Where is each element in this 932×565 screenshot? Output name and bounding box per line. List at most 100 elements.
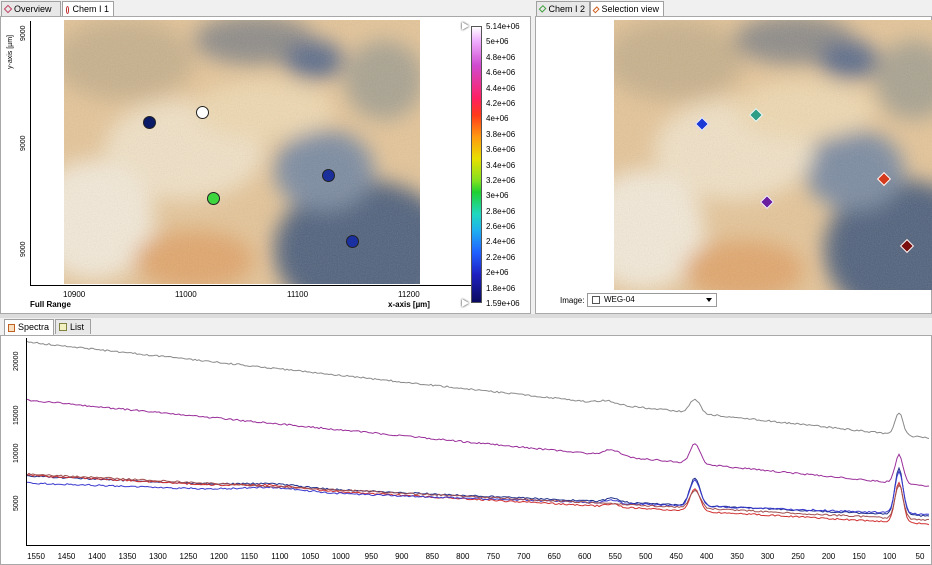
spectra-y-tick: 5000 xyxy=(13,495,20,511)
x-tick: 11100 xyxy=(287,290,309,299)
spectra-x-tick: 100 xyxy=(882,552,897,561)
y-tick: 9000 xyxy=(20,135,27,151)
spectra-x-tick: 250 xyxy=(791,552,805,561)
marker-point[interactable] xyxy=(143,116,156,129)
colorbar-label: 2.4e+06 xyxy=(486,237,516,247)
colorbar-label: 3.4e+06 xyxy=(486,160,516,170)
tab-selection-view[interactable]: Selection view xyxy=(590,1,664,17)
spectrum-line[interactable] xyxy=(27,341,929,439)
x-tick: 11000 xyxy=(175,290,197,299)
spectrum-line[interactable] xyxy=(27,469,929,516)
spectrum-line[interactable] xyxy=(27,472,929,522)
spectra-y-tick: 15000 xyxy=(13,405,20,425)
spectra-x-tick: 550 xyxy=(608,552,622,561)
tab-chem-i-1[interactable]: Chem I 1 xyxy=(62,1,114,17)
spectra-x-tick: 1200 xyxy=(209,552,228,561)
colorbar-label: 4.2e+06 xyxy=(486,98,516,108)
spectra-x-tick: 50 xyxy=(915,552,925,561)
spectra-y-tick: 20000 xyxy=(13,351,20,371)
spectra-x-tick: 1350 xyxy=(118,552,137,561)
chem-map-icon xyxy=(538,4,547,14)
tab-chem-i-2[interactable]: Chem I 2 xyxy=(536,1,590,16)
colorbar[interactable] xyxy=(471,26,482,303)
image-select[interactable]: WEG-04 xyxy=(587,293,717,307)
marker-point[interactable] xyxy=(346,235,359,248)
spectra-icon xyxy=(8,323,15,332)
colorbar-label: 5.14e+06 xyxy=(486,22,520,31)
colorbar-handle-top[interactable] xyxy=(462,22,469,30)
colorbar-label: 3e+06 xyxy=(486,191,509,201)
colorbar-label: 3.2e+06 xyxy=(486,175,516,185)
spectra-x-tick: 400 xyxy=(699,552,714,561)
spectra-x-tick: 650 xyxy=(547,552,561,561)
spectra-plot[interactable] xyxy=(27,338,929,544)
y-tick: 9000 xyxy=(20,241,27,257)
colorbar-label: 3.6e+06 xyxy=(486,145,516,155)
image-selector-label: Image: xyxy=(560,296,585,305)
colorbar-label: 2e+06 xyxy=(486,268,509,278)
spectra-x-tick: 1100 xyxy=(271,552,289,561)
colorbar-label: 4.6e+06 xyxy=(486,68,516,78)
spectra-x-tick: 850 xyxy=(425,552,439,561)
colorbar-label: 2.2e+06 xyxy=(486,252,516,262)
colorbar-label: 3.8e+06 xyxy=(486,129,516,139)
spectra-x-tick: 200 xyxy=(821,552,836,561)
spectra-x-tick: 1000 xyxy=(331,552,350,561)
spectra-x-tick: 300 xyxy=(760,552,775,561)
image-select-value: WEG-04 xyxy=(604,295,635,304)
spectra-x-tick: 1150 xyxy=(240,552,258,561)
spectra-x-tick: 1300 xyxy=(149,552,167,561)
colorbar-label: 2.6e+06 xyxy=(486,222,516,232)
spectra-x-tick: 450 xyxy=(669,552,683,561)
selection-icon xyxy=(592,5,600,14)
spectra-x-tick: 350 xyxy=(730,552,744,561)
spectra-x-tick: 1550 xyxy=(27,552,45,561)
image-file-icon xyxy=(592,296,600,304)
spectra-x-tick: 600 xyxy=(578,552,592,561)
spectra-x-tick: 500 xyxy=(638,552,653,561)
full-range-label: Full Range xyxy=(30,300,71,309)
marker-point[interactable] xyxy=(196,106,209,119)
colorbar-label: 4e+06 xyxy=(486,114,509,124)
overview-icon xyxy=(3,4,13,14)
spectra-x-tick: 1050 xyxy=(301,552,320,561)
x-axis-label: x-axis [µm] xyxy=(388,300,430,309)
tab-chem-i-1-label: Chem I 1 xyxy=(72,4,109,14)
colorbar-label: 2.8e+06 xyxy=(486,206,516,216)
colorbar-handle-bottom[interactable] xyxy=(462,299,469,307)
horizontal-splitter[interactable] xyxy=(0,314,932,318)
microscope-image-right[interactable] xyxy=(614,20,932,290)
microscope-image-left[interactable] xyxy=(64,20,420,284)
tab-list-label: List xyxy=(70,321,85,332)
marker-point[interactable] xyxy=(207,192,220,205)
colorbar-label: 1.8e+06 xyxy=(486,283,516,293)
y-tick: 9000 xyxy=(20,25,27,41)
spectrum-line[interactable] xyxy=(27,398,929,487)
spectrum-line[interactable] xyxy=(27,466,929,517)
spectra-x-tick: 700 xyxy=(517,552,531,561)
chem-map-icon xyxy=(66,5,70,14)
colorbar-label: 4.4e+06 xyxy=(486,83,516,93)
x-tick: 11200 xyxy=(398,290,420,299)
spectra-x-tick: 900 xyxy=(395,552,409,561)
spectra-x-tick: 1450 xyxy=(57,552,76,561)
spectra-x-tick: 950 xyxy=(364,552,378,561)
tab-selection-view-label: Selection view xyxy=(601,4,659,14)
marker-point[interactable] xyxy=(322,169,335,182)
spectra-x-tick: 150 xyxy=(852,552,866,561)
tab-list[interactable]: List xyxy=(55,319,91,334)
spectra-x-tick: 1250 xyxy=(179,552,198,561)
list-icon xyxy=(59,323,67,331)
x-tick: 10900 xyxy=(63,290,86,299)
spectra-y-tick: 10000 xyxy=(13,443,20,463)
tab-spectra-label: Spectra xyxy=(17,322,49,332)
spectra-x-tick: 800 xyxy=(456,552,470,561)
colorbar-label: 5e+06 xyxy=(486,37,509,47)
chevron-down-icon xyxy=(706,298,712,302)
tab-overview-label: Overview xyxy=(14,3,52,14)
colorbar-label: 4.8e+06 xyxy=(486,52,516,62)
tab-spectra[interactable]: Spectra xyxy=(4,319,54,335)
y-axis-label: y-axis [µm] xyxy=(7,35,14,69)
tab-overview[interactable]: Overview xyxy=(1,1,61,16)
spectra-x-tick: 1400 xyxy=(88,552,106,561)
